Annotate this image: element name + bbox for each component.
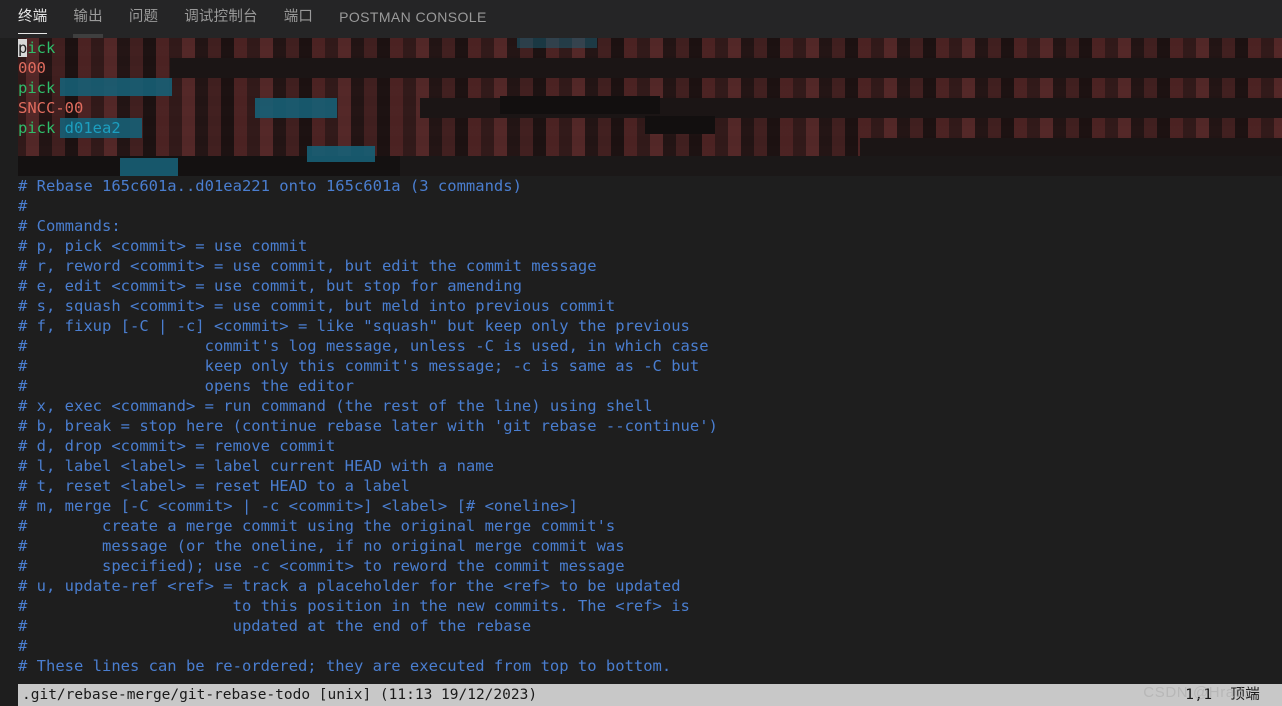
tab-problems[interactable]: 问题 xyxy=(129,0,158,38)
comment-line: # opens the editor xyxy=(18,377,354,395)
comment-line: # e, edit <commit> = use commit, but sto… xyxy=(18,277,522,295)
comment-line: # xyxy=(18,637,28,655)
vim-status-bar: .git/rebase-merge/git-rebase-todo [unix]… xyxy=(18,684,1282,706)
tab-terminal-label: 终端 xyxy=(18,9,48,25)
comment-line: # x, exec <command> = run command (the r… xyxy=(18,397,653,415)
comment-line: # d, drop <commit> = remove commit xyxy=(18,437,336,455)
mosaic-gap-band xyxy=(400,156,1282,176)
rebase-comment-block: # Rebase 165c601a..d01ea221 onto 165c601… xyxy=(0,176,1282,676)
comment-line: # p, pick <commit> = use commit xyxy=(18,237,308,255)
comment-line: # specified); use -c <commit> to reword … xyxy=(18,557,625,575)
comment-line: # u, update-ref <ref> = track a placehol… xyxy=(18,577,681,595)
tab-postman-console-label: POSTMAN CONSOLE xyxy=(339,9,487,25)
redacted-commit-list: pick 000 pick SNCC-00 pick d01ea2 xyxy=(0,38,1282,176)
comment-line: # Rebase 165c601a..d01ea221 onto 165c601… xyxy=(18,177,522,195)
vim-cursor: p xyxy=(18,39,28,57)
mosaic-teal-patch xyxy=(307,146,375,162)
rebase-line-5: pick d01ea2 xyxy=(18,118,121,138)
tab-debug-console[interactable]: 调试控制台 xyxy=(184,0,258,38)
comment-line: # m, merge [-C <commit> | -c <commit>] <… xyxy=(18,497,578,515)
mosaic-dark-patch xyxy=(645,116,715,134)
vim-status-position: 1,1 xyxy=(1185,687,1213,703)
terminal-viewport[interactable]: pick 000 pick SNCC-00 pick d01ea2 # Reba… xyxy=(0,38,1282,706)
tab-ports-label: 端口 xyxy=(283,9,314,25)
rebase-line-5-command: pick xyxy=(18,119,65,137)
mosaic-teal-patch xyxy=(60,78,172,96)
mosaic-teal-patch xyxy=(517,38,597,48)
vim-status-file: .git/rebase-merge/git-rebase-todo [unix]… xyxy=(22,687,538,703)
tab-terminal[interactable]: 终端 xyxy=(18,0,48,38)
panel-tabbar: 终端 输出 问题 调试控制台 端口 POSTMAN CONSOLE xyxy=(0,0,1282,38)
rebase-line-4-subject: SNCC-00 xyxy=(18,99,84,117)
comment-line: # commit's log message, unless -C is use… xyxy=(18,337,709,355)
mosaic-gutter xyxy=(0,38,18,176)
comment-line: # t, reset <label> = reset HEAD to a lab… xyxy=(18,477,410,495)
comment-line: # f, fixup [-C | -c] <commit> = like "sq… xyxy=(18,317,690,335)
tab-output[interactable]: 输出 xyxy=(73,0,103,38)
rebase-line-3: pick xyxy=(18,78,55,98)
rebase-line-4: SNCC-00 xyxy=(18,98,83,118)
tab-active-underline xyxy=(18,32,48,34)
tab-output-label: 输出 xyxy=(73,9,103,25)
comment-line: # These lines can be re-ordered; they ar… xyxy=(18,657,672,675)
comment-line: # Commands: xyxy=(18,217,121,235)
rebase-line-2-subject: 000 xyxy=(18,59,46,77)
comment-line: # create a merge commit using the origin… xyxy=(18,517,616,535)
terminal-panel-window: 终端 输出 问题 调试控制台 端口 POSTMAN CONSOLE pick 0… xyxy=(0,0,1282,706)
comment-line: # l, label <label> = label current HEAD … xyxy=(18,457,494,475)
comment-line: # keep only this commit's message; -c is… xyxy=(18,357,700,375)
rebase-line-5-hash: d01ea2 xyxy=(64,119,121,137)
mosaic-dark-patch xyxy=(500,96,660,114)
tab-ports[interactable]: 端口 xyxy=(284,0,313,38)
rebase-line-1-command: ick xyxy=(27,39,56,57)
rebase-line-3-command: pick xyxy=(18,79,56,97)
comment-line: # s, squash <commit> = use commit, but m… xyxy=(18,297,616,315)
vim-status-scroll: 顶端 xyxy=(1230,687,1260,703)
comment-line: # r, reword <commit> = use commit, but e… xyxy=(18,257,597,275)
rebase-line-2: 000 xyxy=(18,58,46,78)
mosaic-teal-patch xyxy=(255,98,337,118)
comment-line: # b, break = stop here (continue rebase … xyxy=(18,417,718,435)
tab-debug-console-label: 调试控制台 xyxy=(184,9,258,25)
tab-postman-console[interactable]: POSTMAN CONSOLE xyxy=(339,0,487,38)
tab-problems-label: 问题 xyxy=(128,9,159,25)
comment-line: # xyxy=(18,197,28,215)
rebase-line-1: pick xyxy=(18,38,55,58)
comment-line: # to this position in the new commits. T… xyxy=(18,597,690,615)
mosaic-gap-band xyxy=(170,58,1282,78)
comment-line: # message (or the oneline, if no origina… xyxy=(18,537,625,555)
mosaic-gap-band xyxy=(860,138,1282,156)
comment-line: # updated at the end of the rebase xyxy=(18,617,532,635)
mosaic-teal-patch xyxy=(120,158,178,176)
